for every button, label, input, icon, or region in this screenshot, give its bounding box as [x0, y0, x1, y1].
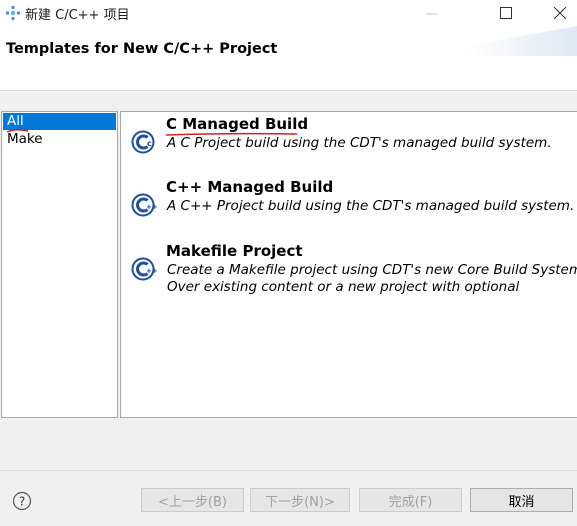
template-name: C Managed Build	[166, 115, 309, 133]
close-icon	[554, 7, 566, 19]
next-button[interactable]: 下一步(N)>	[250, 488, 350, 512]
maximize-button[interactable]	[483, 0, 529, 26]
template-description: Create a Makefile project using CDT's ne…	[167, 262, 577, 295]
cancel-button[interactable]: 取消	[470, 488, 573, 512]
template-item-cpp-managed-build[interactable]: ++ C++ Managed Build A C++ Project build…	[121, 178, 577, 218]
back-button[interactable]: <上一步(B)	[141, 488, 244, 512]
template-item-makefile-project[interactable]: ++ Makefile Project Create a Makefile pr…	[121, 242, 577, 302]
svg-text:++: ++	[146, 267, 157, 275]
question-icon[interactable]: ?	[12, 491, 32, 511]
wizard-banner: Templates for New C/C++ Project	[0, 26, 577, 90]
template-description: A C++ Project build using the CDT's mana…	[167, 198, 575, 214]
annotation-underline-c-managed	[165, 132, 298, 136]
svg-text:c: c	[147, 139, 152, 148]
cdt-makefile-icon: ++	[131, 257, 157, 281]
template-item-c-managed-build[interactable]: c C Managed Build A C Project build usin…	[121, 115, 577, 155]
close-button[interactable]	[537, 0, 577, 26]
window-title: 新建 C/C++ 项目	[25, 8, 130, 23]
svg-text:++: ++	[146, 203, 157, 211]
template-filter-list[interactable]: All Make	[1, 111, 118, 418]
finish-button[interactable]: 完成(F)	[359, 488, 462, 512]
cdt-cpp-icon: ++	[131, 193, 157, 217]
eclipse-app-icon	[5, 5, 21, 21]
page-title: Templates for New C/C++ Project	[6, 41, 278, 57]
minimize-icon	[425, 13, 437, 14]
svg-text:?: ?	[19, 495, 25, 509]
cdt-c-icon: c	[131, 130, 155, 154]
template-list[interactable]: c C Managed Build A C Project build usin…	[120, 111, 577, 418]
title-bar: 新建 C/C++ 项目	[0, 0, 577, 26]
minimize-button[interactable]	[408, 0, 454, 26]
annotation-underline-all	[6, 128, 29, 133]
maximize-icon	[500, 7, 512, 19]
template-name: C++ Managed Build	[166, 178, 334, 196]
wizard-footer: ? <上一步(B) 下一步(N)> 完成(F) 取消	[0, 470, 577, 526]
wizard-content: All Make c C Managed Build A C Project b…	[0, 91, 577, 470]
banner-graphic	[467, 26, 577, 56]
template-name: Makefile Project	[166, 242, 303, 260]
